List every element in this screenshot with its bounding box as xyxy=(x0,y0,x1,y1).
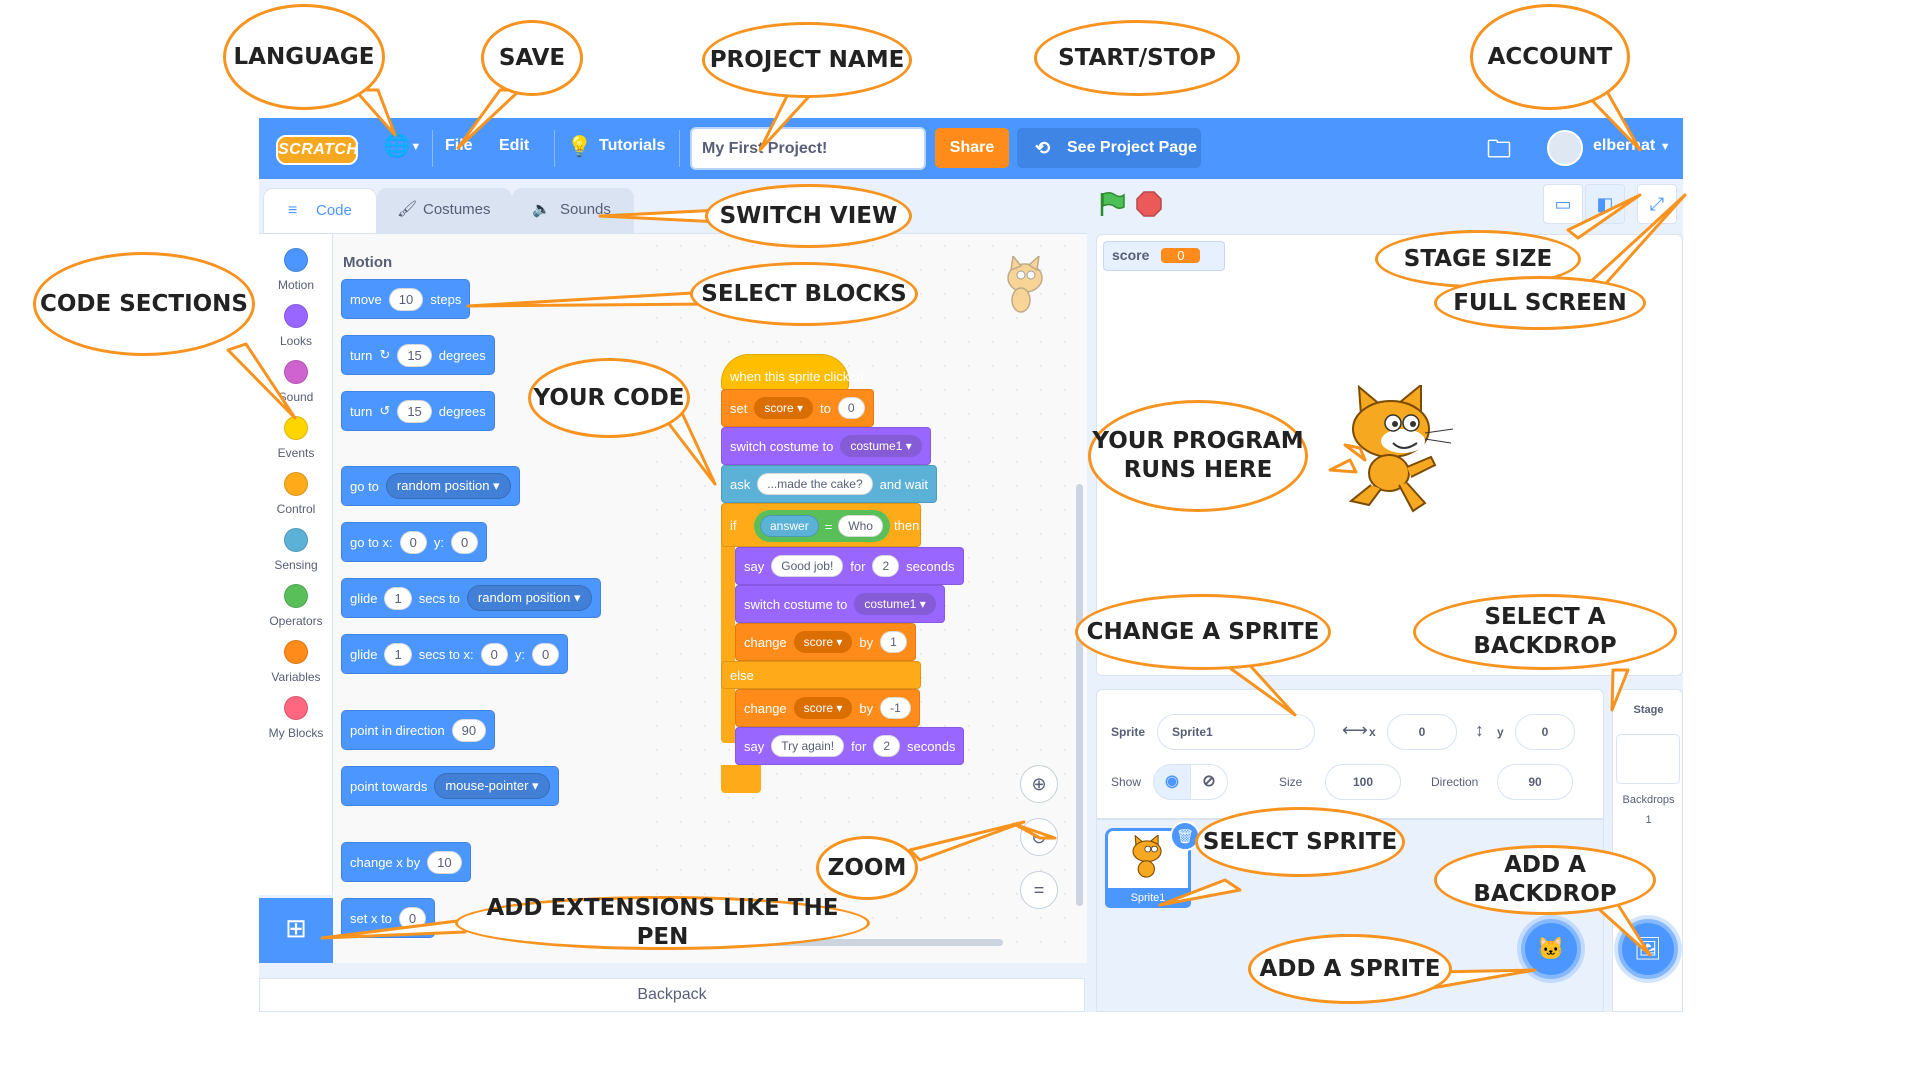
callout-project-name: PROJECT NAME xyxy=(702,22,912,98)
callout-program-runs-here: YOUR PROGRAM RUNS HERE xyxy=(1088,400,1308,512)
callout-change-sprite: CHANGE A SPRITE xyxy=(1075,594,1331,670)
callout-select-sprite: SELECT SPRITE xyxy=(1195,807,1405,877)
callout-pointer xyxy=(1343,443,1367,462)
callout-pointer xyxy=(320,918,467,940)
callout-select-backdrop: SELECT A BACKDROP xyxy=(1413,594,1677,670)
callout-code-sections: CODE SECTIONS xyxy=(33,252,255,356)
callout-pointer xyxy=(1012,822,1057,840)
callout-pointer xyxy=(1566,193,1642,240)
callout-add-backdrop: ADD A BACKDROP xyxy=(1434,845,1656,915)
callout-full-screen: FULL SCREEN xyxy=(1434,276,1646,330)
callout-save: SAVE xyxy=(481,20,583,96)
callout-program-runs-line1: YOUR PROGRAM xyxy=(1092,428,1304,454)
callout-language: LANGUAGE xyxy=(223,4,385,110)
callout-select-blocks: SELECT BLOCKS xyxy=(690,262,918,326)
callout-pointer xyxy=(1328,458,1358,474)
callout-program-runs-line2: RUNS HERE xyxy=(1123,457,1273,483)
callout-pointer xyxy=(466,290,712,308)
callout-add-sprite: ADD A SPRITE xyxy=(1248,934,1452,1004)
callout-pointer xyxy=(353,88,397,137)
callout-pointer xyxy=(1586,193,1687,292)
callout-pointer xyxy=(908,820,1026,862)
callout-your-code: YOUR CODE xyxy=(528,358,690,438)
callout-pointer xyxy=(456,88,522,150)
callout-start-stop: START/STOP xyxy=(1034,20,1240,96)
callout-pointer xyxy=(758,88,817,152)
callout-account: ACCOUNT xyxy=(1470,4,1630,110)
callout-zoom: ZOOM xyxy=(816,836,918,900)
callout-pointer xyxy=(1158,878,1242,907)
callout-add-extensions: ADD EXTENSIONS LIKE THE PEN xyxy=(455,895,870,950)
callout-pointer xyxy=(226,342,297,420)
callout-pointer xyxy=(598,208,722,224)
callout-leader-lines xyxy=(226,86,1687,990)
callout-switch-view: SWITCH VIEW xyxy=(705,184,912,248)
callout-pointer xyxy=(1610,668,1630,712)
